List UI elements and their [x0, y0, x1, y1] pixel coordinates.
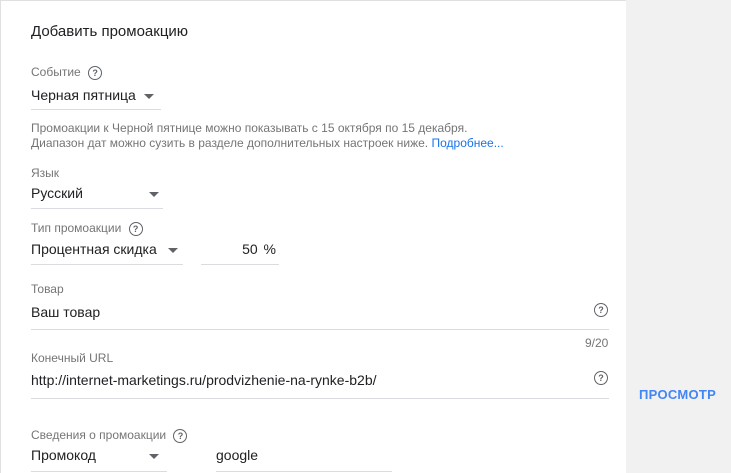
final-url-input[interactable]: http://internet-marketings.ru/prodvizhen… [31, 368, 609, 399]
event-hint-line2: Диапазон дат можно сузить в разделе допо… [31, 135, 504, 152]
promo-code-input-value: google [216, 447, 259, 463]
percent-input[interactable]: 50 % [201, 237, 279, 265]
product-input-value: Ваш товар [31, 304, 101, 320]
promo-type-select[interactable]: Процентная скидка [31, 237, 183, 265]
dropdown-caret-icon [149, 192, 159, 197]
dropdown-caret-icon [168, 248, 178, 253]
learn-more-link[interactable]: Подробнее... [431, 136, 503, 150]
promotion-form-card: Добавить промоакцию Событие ? Черная пят… [0, 0, 626, 473]
final-url-label: Конечный URL [31, 351, 114, 365]
product-input[interactable]: Ваш товар ? [31, 299, 609, 330]
help-icon[interactable]: ? [173, 428, 188, 443]
language-label: Язык [31, 166, 60, 180]
event-label: Событие ? [31, 65, 103, 80]
promo-details-select[interactable]: Промокод [31, 444, 167, 472]
promo-code-input[interactable]: google [216, 444, 392, 472]
promo-details-label: Сведения о промоакции ? [31, 428, 188, 443]
language-select-value: Русский [31, 185, 83, 201]
preview-button[interactable]: ПРОСМОТР [639, 387, 716, 402]
promo-type-select-value: Процентная скидка [31, 241, 157, 257]
promo-details-select-value: Промокод [31, 447, 96, 463]
help-icon[interactable]: ? [594, 303, 608, 317]
dropdown-caret-icon [144, 94, 154, 99]
promo-details-label-text: Сведения о промоакции [31, 428, 167, 442]
event-select-value: Черная пятница [31, 87, 136, 103]
help-icon[interactable]: ? [88, 65, 103, 80]
event-select[interactable]: Черная пятница [31, 85, 161, 110]
final-url-input-value: http://internet-marketings.ru/prodvizhen… [31, 372, 377, 388]
product-char-counter: 9/20 [585, 336, 609, 350]
help-icon[interactable]: ? [594, 371, 608, 385]
percent-unit: % [263, 241, 276, 257]
language-select[interactable]: Русский [31, 182, 163, 209]
product-label: Товар [31, 282, 64, 296]
form-title: Добавить промоакцию [31, 23, 189, 40]
preview-panel: ПРОСМОТР [626, 0, 731, 473]
promo-type-label: Тип промоакции ? [31, 221, 143, 236]
promo-type-label-text: Тип промоакции [31, 221, 122, 235]
event-label-text: Событие [31, 65, 81, 79]
percent-number: 50 [242, 241, 258, 257]
dropdown-caret-icon [149, 454, 159, 459]
percent-input-value: 50 % [242, 241, 276, 257]
help-icon[interactable]: ? [128, 221, 143, 236]
event-hint-text: Диапазон дат можно сузить в разделе допо… [31, 136, 429, 150]
